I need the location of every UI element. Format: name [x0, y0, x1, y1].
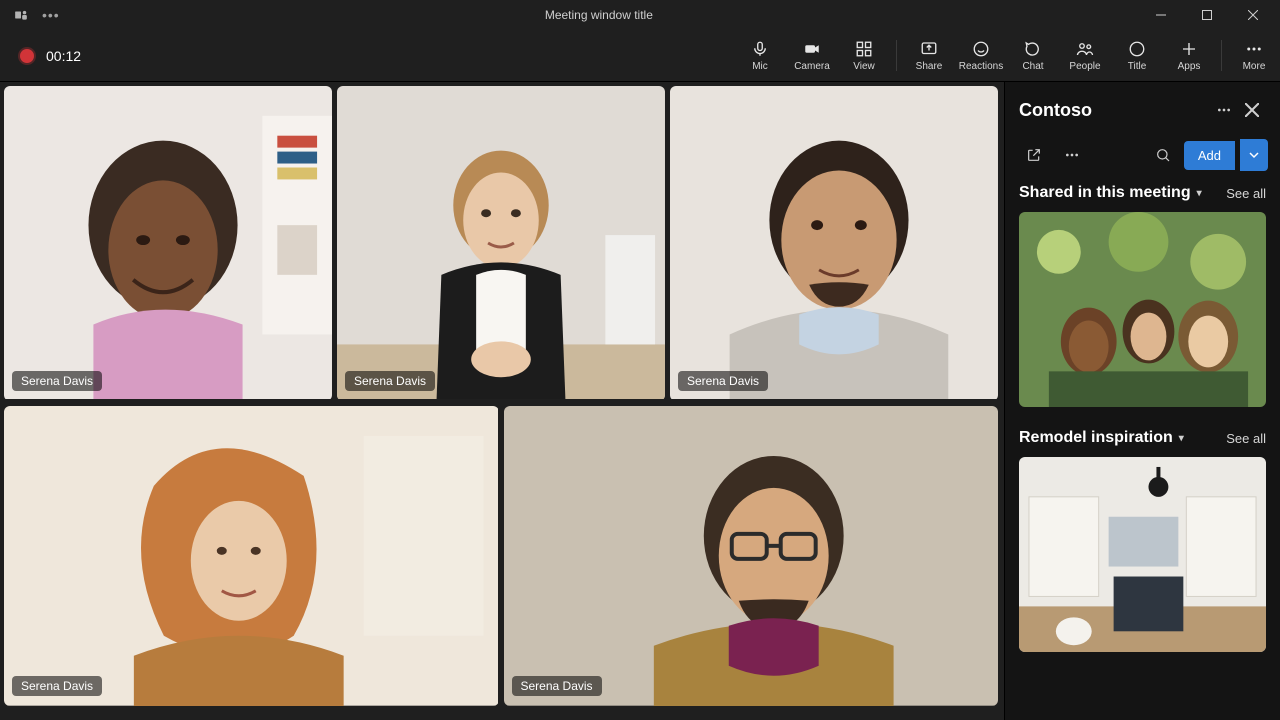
- more-label: More: [1243, 61, 1266, 72]
- participant-name-tag: Serena Davis: [512, 676, 602, 696]
- teams-app-icon: [14, 8, 28, 22]
- chevron-down-icon: ▾: [1197, 188, 1202, 199]
- participant-name-tag: Serena Davis: [12, 676, 102, 696]
- apps-icon: [1179, 39, 1199, 59]
- participant-tile[interactable]: Serena Davis: [4, 86, 332, 401]
- title-icon: [1127, 39, 1147, 59]
- see-all-link[interactable]: See all: [1226, 431, 1266, 446]
- reactions-button[interactable]: Reactions: [955, 30, 1007, 81]
- people-label: People: [1069, 61, 1100, 72]
- more-button[interactable]: More: [1228, 30, 1280, 81]
- share-icon: [919, 39, 939, 59]
- mic-button[interactable]: Mic: [734, 30, 786, 81]
- participant-tile[interactable]: Serena Davis: [4, 406, 499, 706]
- more-icon: [1244, 39, 1264, 59]
- toolbar-separator: [896, 40, 897, 71]
- apps-label: Apps: [1178, 61, 1201, 72]
- view-label: View: [853, 61, 875, 72]
- chat-button[interactable]: Chat: [1007, 30, 1059, 81]
- window-title: Meeting window title: [60, 8, 1138, 22]
- toolbar-separator: [1221, 40, 1222, 71]
- participant-name-tag: Serena Davis: [12, 371, 102, 391]
- chat-icon: [1023, 39, 1043, 59]
- participant-video: [4, 406, 498, 706]
- share-button[interactable]: Share: [903, 30, 955, 81]
- participant-tile[interactable]: Serena Davis: [337, 86, 665, 401]
- close-window-button[interactable]: [1230, 0, 1276, 30]
- chevron-down-icon: ▾: [1179, 433, 1184, 444]
- view-button[interactable]: View: [838, 30, 890, 81]
- shared-thumbnail[interactable]: [1019, 457, 1266, 652]
- mic-icon: [750, 39, 770, 59]
- shared-thumbnail[interactable]: [1019, 212, 1266, 407]
- video-grid: Serena Davis Serena Davis: [0, 82, 1004, 720]
- panel-more-button[interactable]: [1210, 96, 1238, 124]
- more-icon: [1064, 147, 1080, 163]
- panel-search-button[interactable]: [1146, 138, 1180, 172]
- participant-tile[interactable]: Serena Davis: [670, 86, 998, 401]
- participant-video: [4, 86, 332, 399]
- title-button[interactable]: Title: [1111, 30, 1163, 81]
- side-panel: Contoso Add: [1004, 82, 1280, 720]
- chevron-down-icon: [1249, 150, 1259, 160]
- title-label: Title: [1128, 61, 1147, 72]
- participant-video: [337, 86, 665, 399]
- add-dropdown-button[interactable]: [1240, 139, 1268, 171]
- pop-out-icon: [1026, 147, 1042, 163]
- camera-icon: [802, 39, 822, 59]
- see-all-link[interactable]: See all: [1226, 186, 1266, 201]
- add-button[interactable]: Add: [1184, 141, 1235, 170]
- more-icon: [1216, 102, 1232, 118]
- section-title[interactable]: Remodel inspiration ▾: [1019, 429, 1226, 447]
- search-icon: [1155, 147, 1171, 163]
- camera-label: Camera: [794, 61, 830, 72]
- view-icon: [854, 39, 874, 59]
- participant-video: [670, 86, 998, 399]
- reactions-label: Reactions: [959, 61, 1003, 72]
- close-icon: [1245, 103, 1259, 117]
- mic-label: Mic: [752, 61, 768, 72]
- section-title[interactable]: Shared in this meeting ▾: [1019, 184, 1226, 202]
- participant-video: [504, 406, 998, 706]
- panel-close-button[interactable]: [1238, 96, 1266, 124]
- share-label: Share: [916, 61, 943, 72]
- maximize-button[interactable]: [1184, 0, 1230, 30]
- meeting-timer: 00:12: [46, 48, 81, 64]
- panel-options-button[interactable]: [1055, 138, 1089, 172]
- minimize-button[interactable]: [1138, 0, 1184, 30]
- reactions-icon: [971, 39, 991, 59]
- camera-button[interactable]: Camera: [786, 30, 838, 81]
- titlebar-more-icon[interactable]: •••: [42, 7, 60, 23]
- recording-indicator-icon: [20, 49, 34, 63]
- participant-name-tag: Serena Davis: [345, 371, 435, 391]
- apps-button[interactable]: Apps: [1163, 30, 1215, 81]
- titlebar: ••• Meeting window title: [0, 0, 1280, 30]
- people-icon: [1075, 39, 1095, 59]
- people-button[interactable]: People: [1059, 30, 1111, 81]
- panel-title: Contoso: [1019, 100, 1210, 121]
- meeting-toolbar: 00:12 Mic Camera View Share Reactions Ch…: [0, 30, 1280, 82]
- participant-tile[interactable]: Serena Davis: [504, 406, 999, 706]
- pop-out-button[interactable]: [1017, 138, 1051, 172]
- chat-label: Chat: [1022, 61, 1043, 72]
- participant-name-tag: Serena Davis: [678, 371, 768, 391]
